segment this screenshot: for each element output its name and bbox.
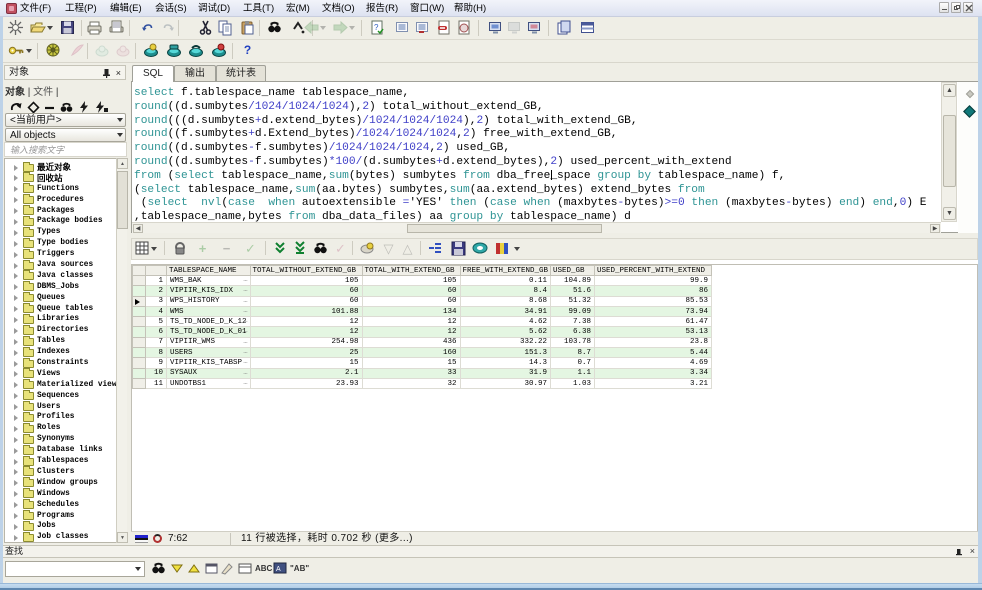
svg-text:?: ? — [374, 23, 379, 32]
svg-text:A: A — [276, 566, 281, 573]
